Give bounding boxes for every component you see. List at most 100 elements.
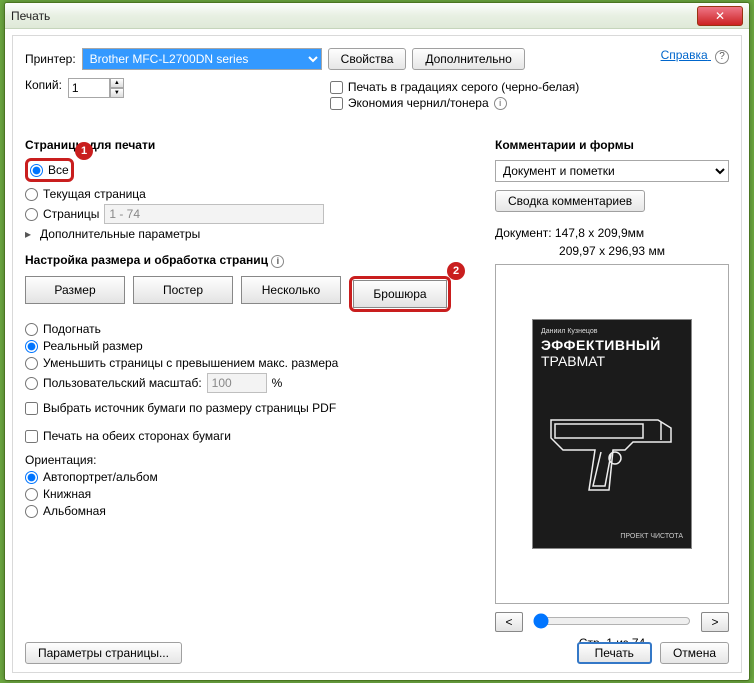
orient-portrait-radio[interactable]: [25, 488, 38, 501]
save-ink-info-icon[interactable]: i: [494, 97, 507, 110]
actual-label: Реальный размер: [43, 339, 143, 353]
custom-label: Пользовательский масштаб:: [43, 376, 202, 390]
doc-size-label: Документ: 147,8 x 209,9мм: [495, 226, 729, 240]
duplex-row[interactable]: Печать на обеих сторонах бумаги: [25, 429, 487, 443]
preview-author: Даниил Кузнецов: [541, 328, 683, 335]
pages-current-label: Текущая страница: [43, 187, 146, 201]
save-ink-checkbox-row[interactable]: Экономия чернил/тонера i: [330, 96, 579, 110]
advanced-button[interactable]: Дополнительно: [412, 48, 524, 70]
actual-radio[interactable]: [25, 340, 38, 353]
pages-range-radio[interactable]: [25, 208, 38, 221]
close-icon: ✕: [715, 9, 725, 23]
help-icon: ?: [715, 50, 729, 64]
paper-source-row[interactable]: Выбрать источник бумаги по размеру стран…: [25, 401, 487, 415]
printer-row: Принтер: Brother MFC-L2700DN series Свой…: [25, 48, 729, 70]
grayscale-label: Печать в градациях серого (черно-белая): [348, 80, 579, 94]
pages-all-row[interactable]: Все: [30, 163, 69, 177]
orient-auto-label: Автопортрет/альбом: [43, 470, 158, 484]
orient-portrait-row[interactable]: Книжная: [25, 487, 487, 501]
printer-label: Принтер:: [25, 52, 76, 66]
print-preview: Даниил Кузнецов ЭФФЕКТИВНЫЙ ТРАВМАТ ПРОЕ…: [495, 264, 729, 604]
sizing-heading: Настройка размера и обработка страниц i: [25, 253, 487, 268]
page-slider-wrap: [533, 613, 691, 632]
orient-landscape-label: Альбомная: [43, 504, 106, 518]
window-title: Печать: [11, 9, 697, 23]
paper-size-label: 209,97 x 296,93 мм: [495, 244, 729, 258]
paper-source-label: Выбрать источник бумаги по размеру стран…: [43, 401, 336, 415]
preview-footer: ПРОЕКТ ЧИСТОТА: [620, 533, 683, 540]
printer-select[interactable]: Brother MFC-L2700DN series: [82, 48, 322, 70]
dialog-content: Справка ? Принтер: Brother MFC-L2700DN s…: [12, 35, 742, 673]
callout-2: 2: [447, 262, 465, 280]
copies-down-button[interactable]: ▼: [110, 88, 124, 98]
page-setup-button[interactable]: Параметры страницы...: [25, 642, 182, 664]
preview-nav: < >: [495, 612, 729, 632]
pages-extra-label: Дополнительные параметры: [40, 227, 200, 241]
pages-extra-toggle[interactable]: ▸ Дополнительные параметры: [25, 227, 487, 241]
copies-input[interactable]: [68, 78, 110, 98]
grayscale-checkbox-row[interactable]: Печать в градациях серого (черно-белая): [330, 80, 579, 94]
pages-all-label: Все: [48, 163, 69, 177]
orient-portrait-label: Книжная: [43, 487, 91, 501]
help-label: Справка: [661, 48, 708, 62]
save-ink-checkbox[interactable]: [330, 97, 343, 110]
help-link[interactable]: Справка ?: [661, 48, 729, 64]
preview-page: Даниил Кузнецов ЭФФЕКТИВНЫЙ ТРАВМАТ ПРОЕ…: [532, 319, 692, 549]
copies-spinner: ▲ ▼: [68, 78, 124, 98]
pages-all-radio[interactable]: [30, 164, 43, 177]
orient-auto-row[interactable]: Автопортрет/альбом: [25, 470, 487, 484]
actual-row[interactable]: Реальный размер: [25, 339, 487, 353]
fit-row[interactable]: Подогнать: [25, 322, 487, 336]
duplex-checkbox[interactable]: [25, 430, 38, 443]
chevron-right-icon: ▸: [25, 227, 31, 241]
print-options: Печать в градациях серого (черно-белая) …: [330, 78, 579, 112]
paper-source-checkbox[interactable]: [25, 402, 38, 415]
tab-size[interactable]: Размер: [25, 276, 125, 304]
summary-button[interactable]: Сводка комментариев: [495, 190, 645, 212]
print-button[interactable]: Печать: [577, 642, 652, 664]
left-column: Страницы для печати 1 Все Текущая страни…: [25, 138, 487, 521]
orient-landscape-row[interactable]: Альбомная: [25, 504, 487, 518]
properties-button[interactable]: Свойства: [328, 48, 407, 70]
page-slider[interactable]: [533, 613, 691, 629]
custom-radio[interactable]: [25, 377, 38, 390]
callout-1: 1: [75, 142, 93, 160]
pages-range-label: Страницы: [43, 207, 99, 221]
dialog-footer: Параметры страницы... Печать Отмена: [25, 642, 729, 664]
pages-current-radio[interactable]: [25, 188, 38, 201]
orient-landscape-radio[interactable]: [25, 505, 38, 518]
pages-range-row[interactable]: Страницы: [25, 204, 487, 224]
save-ink-label: Экономия чернил/тонера: [348, 96, 489, 110]
gun-icon: [543, 400, 683, 500]
sizing-tabs: 2 Размер Постер Несколько Брошюра: [25, 276, 487, 312]
fit-label: Подогнать: [43, 322, 101, 336]
copies-up-button[interactable]: ▲: [110, 78, 124, 88]
sizing-info-icon[interactable]: i: [271, 255, 284, 268]
grayscale-checkbox[interactable]: [330, 81, 343, 94]
fit-radio[interactable]: [25, 323, 38, 336]
next-page-button[interactable]: >: [701, 612, 729, 632]
copies-label: Копий:: [25, 78, 62, 92]
close-button[interactable]: ✕: [697, 6, 743, 26]
custom-pct: %: [272, 376, 283, 390]
pages-options: 1 Все Текущая страница Страницы: [25, 156, 487, 241]
pages-heading: Страницы для печати: [25, 138, 487, 152]
shrink-label: Уменьшить страницы с превышением макс. р…: [43, 356, 338, 370]
tab-multiple[interactable]: Несколько: [241, 276, 341, 304]
tab-booklet[interactable]: Брошюра: [353, 280, 447, 308]
prev-page-button[interactable]: <: [495, 612, 523, 632]
shrink-radio[interactable]: [25, 357, 38, 370]
custom-row[interactable]: Пользовательский масштаб: %: [25, 373, 487, 393]
shrink-row[interactable]: Уменьшить страницы с превышением макс. р…: [25, 356, 487, 370]
tab-poster[interactable]: Постер: [133, 276, 233, 304]
pages-current-row[interactable]: Текущая страница: [25, 187, 487, 201]
comments-heading: Комментарии и формы: [495, 138, 729, 152]
right-column: Комментарии и формы Документ и пометки С…: [495, 138, 729, 650]
preview-title1: ЭФФЕКТИВНЫЙ: [541, 337, 683, 353]
orientation-heading: Ориентация:: [25, 453, 487, 467]
orient-auto-radio[interactable]: [25, 471, 38, 484]
comments-select[interactable]: Документ и пометки: [495, 160, 729, 182]
cancel-button[interactable]: Отмена: [660, 642, 729, 664]
duplex-label: Печать на обеих сторонах бумаги: [43, 429, 231, 443]
copies-row: Копий: ▲ ▼ Печать в градациях серого (че…: [25, 78, 729, 112]
